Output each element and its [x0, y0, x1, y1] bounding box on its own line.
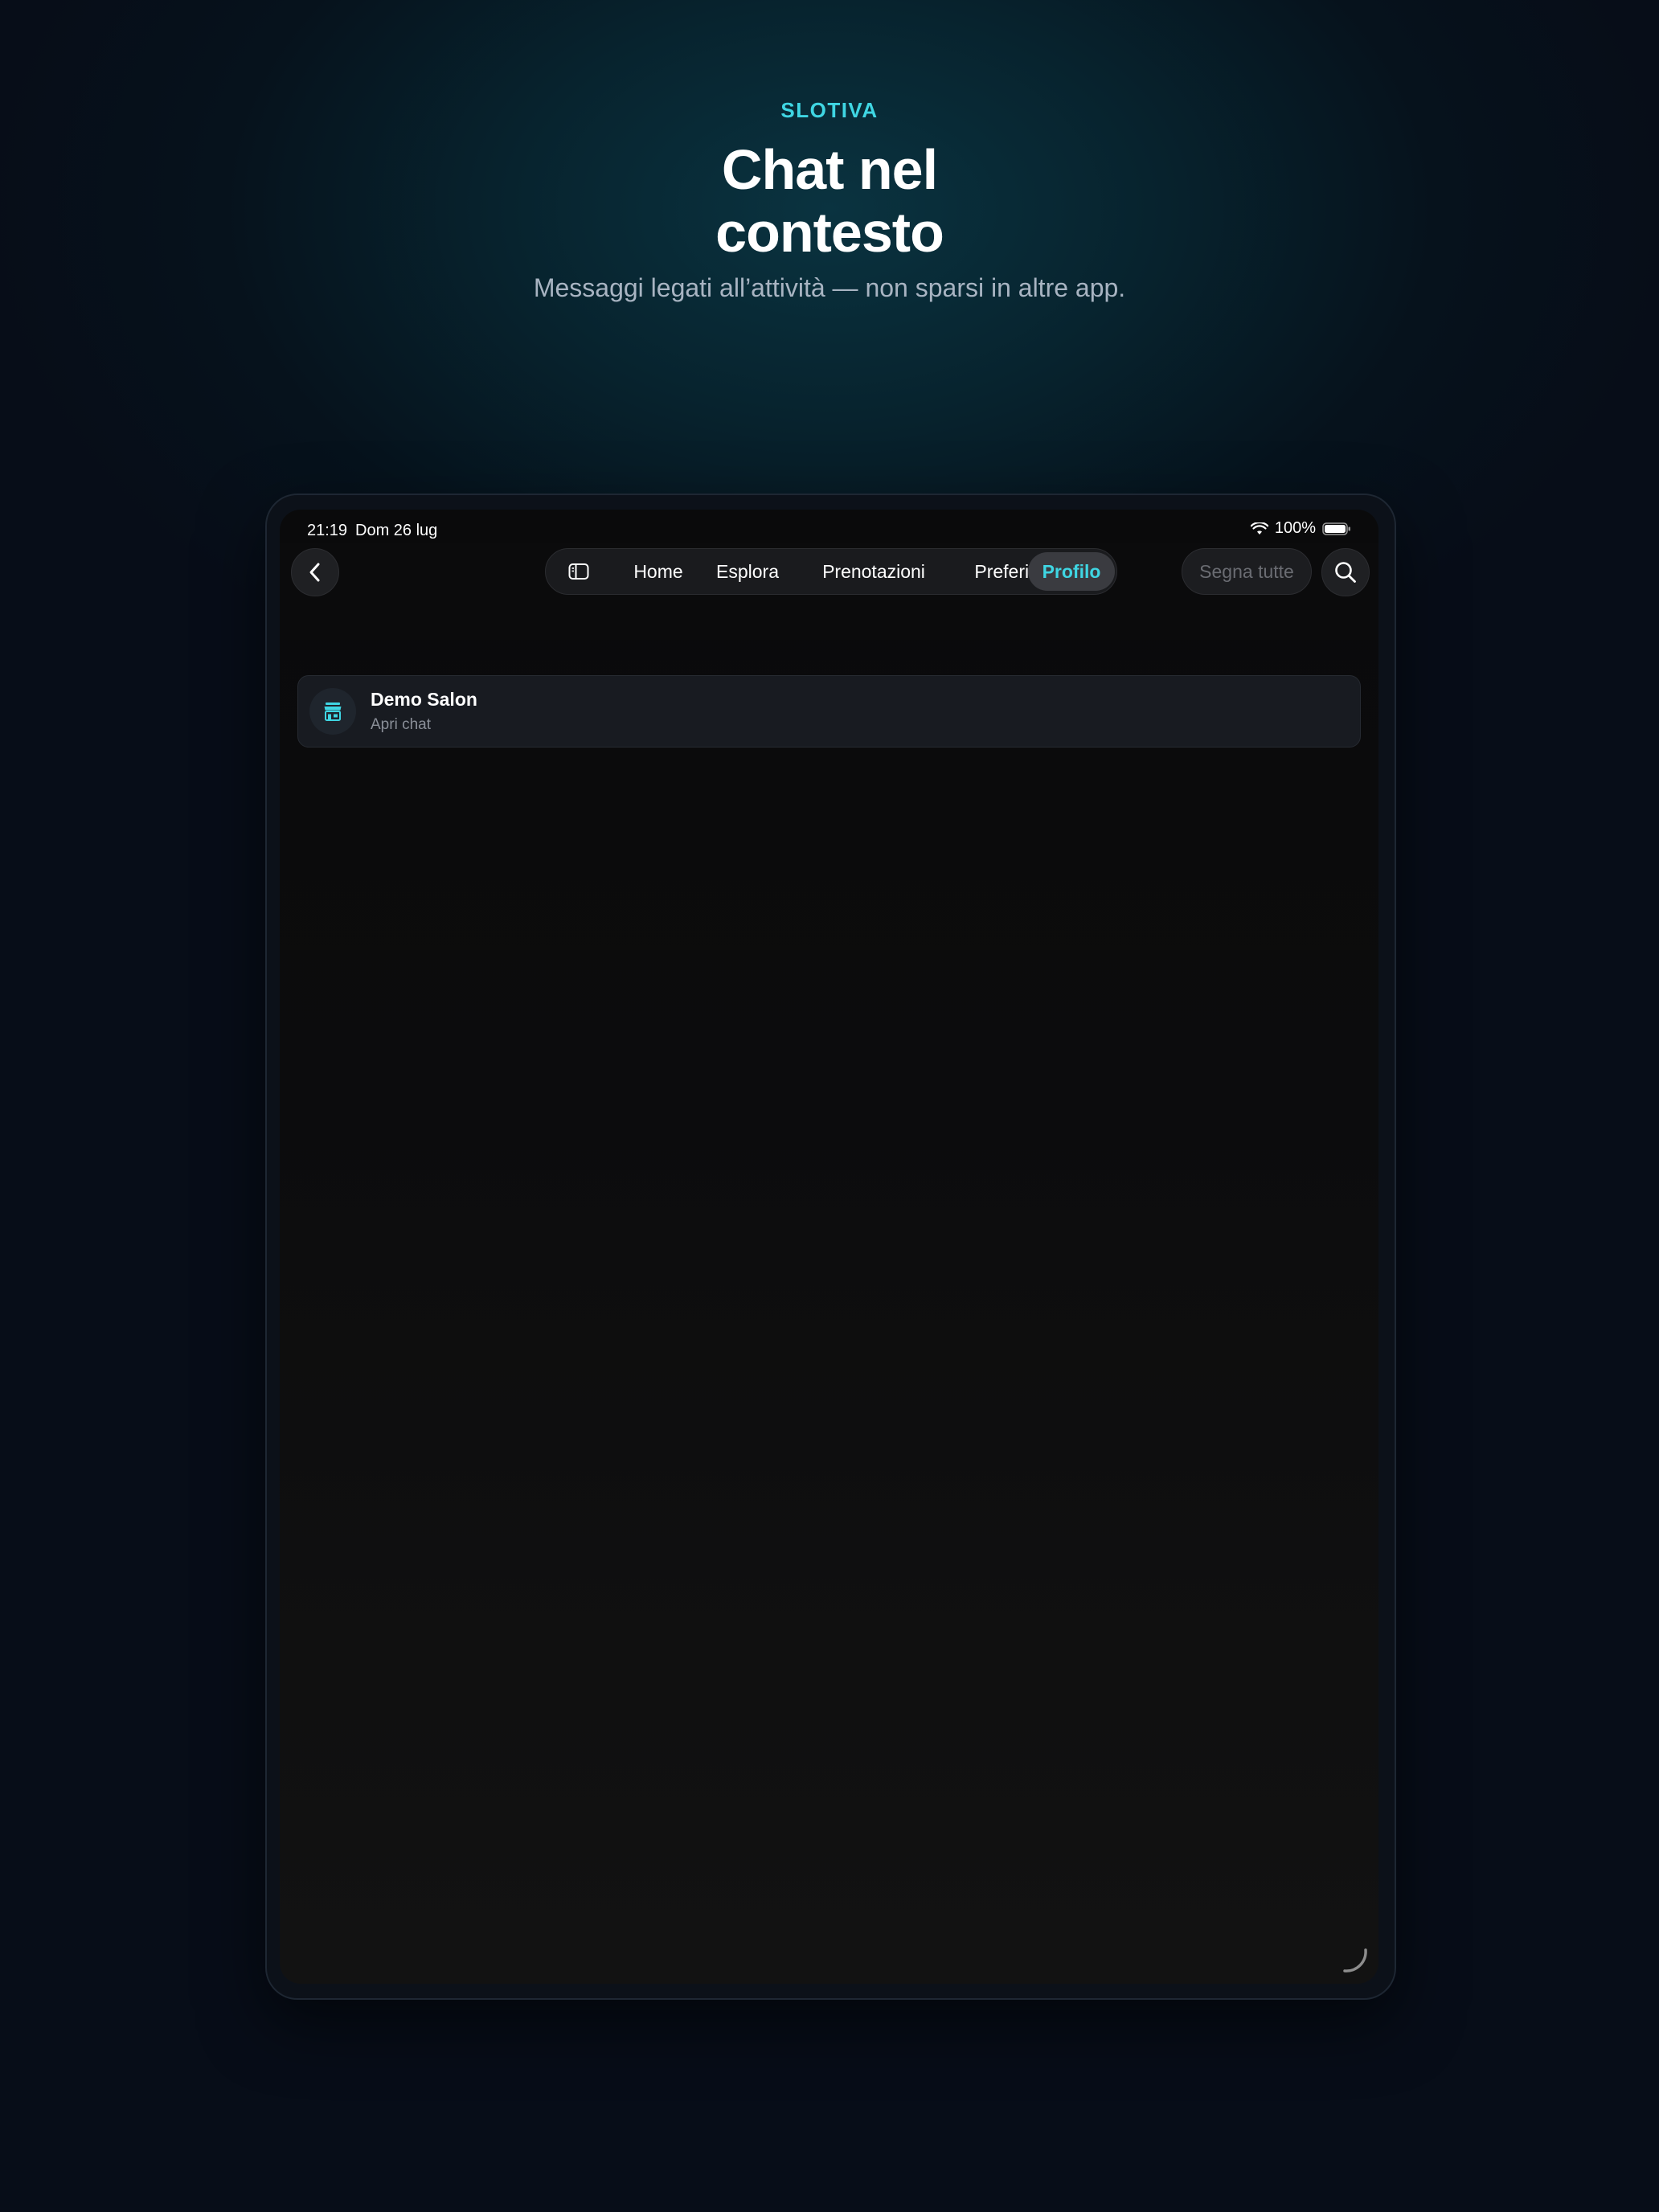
- chat-name: Demo Salon: [371, 689, 477, 710]
- chat-subtitle: Apri chat: [371, 716, 431, 733]
- headline: Chat nel contesto: [0, 138, 1659, 264]
- search-button[interactable]: [1321, 548, 1370, 596]
- storefront-icon: [324, 703, 342, 721]
- tab-home[interactable]: Home: [618, 549, 698, 594]
- status-date: Dom 26 lug: [355, 522, 438, 539]
- chat-list-item[interactable]: Demo Salon Apri chat: [297, 675, 1361, 748]
- mark-all-read-button[interactable]: Segna tutte: [1182, 548, 1312, 595]
- wifi-icon: [1250, 522, 1268, 535]
- status-right: 100%: [1250, 519, 1351, 538]
- battery-icon: [1322, 522, 1350, 535]
- headline-line-2: contesto: [715, 201, 944, 264]
- tablet-frame: 21:19 Dom 26 lug 100% Home Esplora Preno…: [265, 494, 1396, 2000]
- chevron-left-icon: [309, 563, 320, 582]
- headline-line-1: Chat nel: [721, 138, 938, 201]
- brand-eyebrow: SLOTIVA: [780, 98, 879, 122]
- sidebar-toggle-icon: [568, 563, 589, 580]
- battery-percent: 100%: [1274, 519, 1316, 537]
- status-time: 21:19: [307, 522, 348, 539]
- tab-esplora[interactable]: Esplora: [703, 549, 792, 594]
- loading-spinner-icon: [1343, 1948, 1367, 1972]
- tab-bar: Home Esplora Prenotazioni Preferiti Prof…: [545, 548, 1117, 595]
- tab-profilo[interactable]: Profilo: [1028, 552, 1115, 591]
- tab-prenotazioni[interactable]: Prenotazioni: [797, 549, 951, 594]
- chat-avatar: [309, 688, 356, 735]
- tablet-screen: 21:19 Dom 26 lug 100% Home Esplora Preno…: [280, 510, 1378, 1984]
- sidebar-toggle-button[interactable]: [557, 549, 600, 594]
- back-button[interactable]: [291, 548, 339, 596]
- search-icon: [1335, 562, 1356, 583]
- hero-subtitle: Messaggi legati all’attività — non spars…: [533, 273, 1126, 302]
- status-bar: 21:19 Dom 26 lug 100%: [280, 510, 1378, 547]
- navigation-bar: Home Esplora Prenotazioni Preferiti Prof…: [280, 543, 1378, 640]
